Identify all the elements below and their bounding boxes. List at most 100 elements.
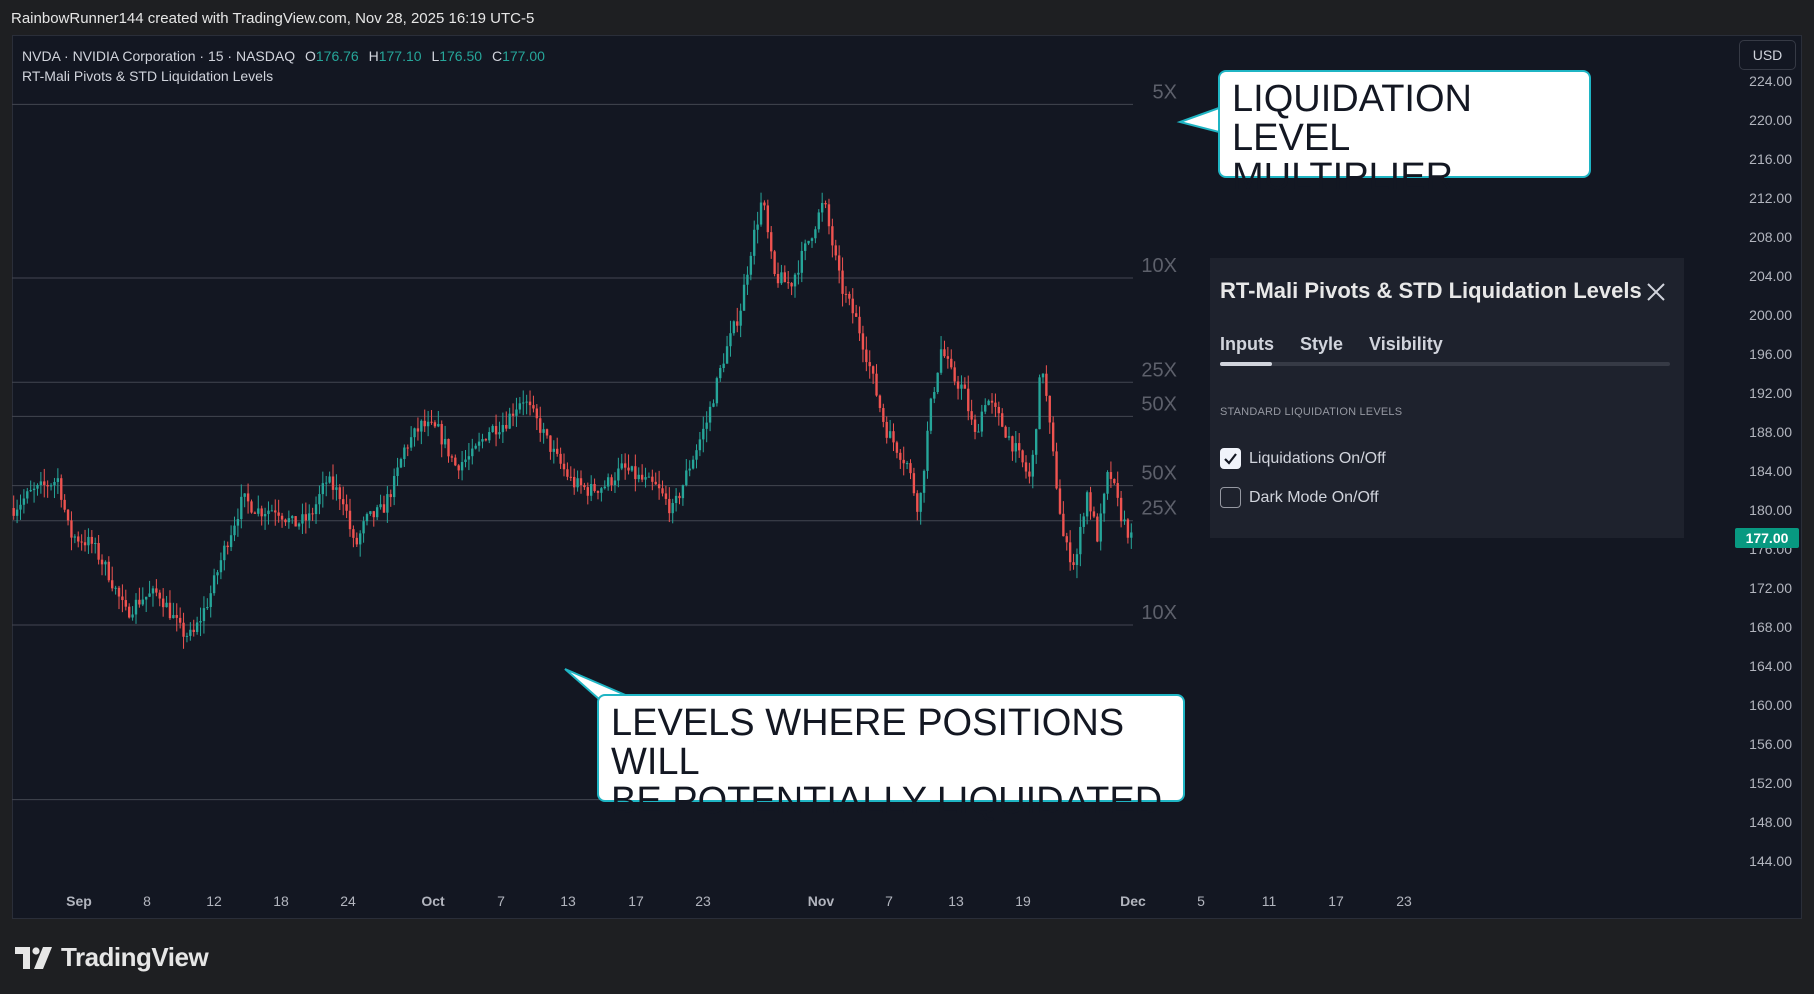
candle-body: [593, 483, 596, 492]
time-tick-label: 17: [1328, 893, 1344, 909]
candle-body: [406, 447, 409, 449]
candle-body: [939, 349, 943, 373]
candle-body: [678, 495, 681, 499]
candle-body: [114, 587, 117, 589]
candle-body: [511, 413, 515, 416]
price-tick-label: 144.00: [1749, 853, 1792, 869]
price-tick-label: 172.00: [1749, 580, 1792, 596]
candle-body: [365, 514, 369, 522]
indicator-settings-panel: RT-Mali Pivots & STD Liquidation Levels …: [1210, 258, 1684, 538]
candle-body: [73, 536, 77, 538]
indicator-legend[interactable]: RT-Mali Pivots & STD Liquidation Levels: [22, 66, 545, 86]
candle-body: [766, 205, 770, 233]
candle-body: [960, 384, 963, 389]
candle-body: [589, 483, 593, 496]
open-label: O: [304, 48, 316, 64]
dark-mode-checkbox[interactable]: [1220, 487, 1241, 508]
candle-body: [372, 511, 375, 518]
tradingview-logo-text: TradingView: [61, 942, 209, 972]
candle-body: [909, 463, 912, 474]
candle-body: [539, 418, 542, 433]
liquidation-level-label: 25X: [1141, 498, 1177, 520]
candle-body: [481, 439, 484, 442]
price-axis[interactable]: 224.00 220.00 216.00 212.00 208.00 204.00 200.…: [1749, 73, 1792, 869]
bottom-bar: TradingView: [0, 920, 1814, 994]
candle-body: [274, 510, 277, 513]
dark-mode-toggle[interactable]: Dark Mode On/Off: [1220, 487, 1379, 508]
liquidations-checkbox[interactable]: [1220, 448, 1241, 469]
candle-body: [579, 478, 583, 486]
candle-body: [229, 535, 233, 548]
candle-body: [688, 468, 691, 471]
candle-body: [990, 400, 994, 403]
candle-body: [651, 476, 654, 482]
candle-body: [348, 510, 352, 530]
candle-body: [284, 519, 287, 523]
candle-body: [1096, 516, 1099, 542]
candle-body: [297, 523, 301, 527]
currency-button[interactable]: USD: [1739, 40, 1796, 70]
candle-body: [325, 482, 328, 484]
tradingview-logo[interactable]: TradingView: [15, 942, 209, 973]
candle-body: [987, 400, 990, 406]
tab-inputs[interactable]: Inputs: [1220, 334, 1274, 355]
candle-body: [569, 476, 572, 478]
candle-body: [63, 499, 66, 510]
candle-body: [681, 485, 685, 499]
candle-body: [549, 435, 552, 452]
candle-body: [168, 602, 172, 619]
candle-body: [267, 510, 270, 515]
candle-body: [634, 466, 637, 480]
candle-body: [756, 224, 759, 230]
candle-body: [277, 512, 280, 516]
candle-body: [12, 508, 15, 516]
candle-body: [22, 498, 26, 505]
time-tick-label: Nov: [808, 893, 835, 909]
candle-body: [379, 504, 382, 508]
candle-body: [80, 541, 83, 543]
candle-body: [848, 293, 851, 299]
candle-body: [488, 432, 491, 441]
time-tick-label: 12: [206, 893, 222, 909]
candle-body: [1106, 472, 1109, 494]
candle-body: [369, 511, 372, 515]
price-tick-label: 216.00: [1749, 151, 1792, 167]
candle-body: [623, 463, 627, 468]
candle-body: [345, 504, 348, 511]
candle-body: [698, 439, 702, 451]
candle-body: [712, 403, 715, 407]
active-tab-indicator: [1220, 362, 1272, 366]
candle-body: [70, 520, 73, 538]
candle-body: [630, 466, 634, 471]
candle-body: [161, 598, 165, 608]
candle-body: [576, 478, 579, 488]
symbol-legend[interactable]: NVDA · NVIDIA Corporation · 15 · NASDAQ …: [22, 46, 545, 66]
candle-body: [702, 428, 705, 440]
tab-visibility[interactable]: Visibility: [1369, 334, 1443, 355]
candle-body: [443, 438, 447, 445]
candle-body: [56, 478, 60, 482]
candle-body: [104, 561, 107, 565]
settings-tabs: Inputs Style Visibility: [1220, 334, 1443, 355]
tab-style[interactable]: Style: [1300, 334, 1343, 355]
candle-body: [83, 542, 87, 546]
candle-body: [1068, 542, 1072, 563]
candle-body: [355, 537, 358, 545]
candle-body: [708, 406, 712, 423]
candle-body: [1031, 454, 1034, 477]
candle-body: [175, 615, 178, 618]
candle-body: [1051, 422, 1055, 452]
candle-body: [165, 602, 168, 608]
time-axis[interactable]: Sep 8 12 18 24 Oct 7 13 17 23 Nov 7 13 19 Dec 5 11 17 23: [66, 893, 1412, 909]
candle-body: [888, 431, 892, 438]
time-tick-label: 7: [497, 893, 505, 909]
candle-body: [685, 470, 688, 486]
liquidations-toggle[interactable]: Liquidations On/Off: [1220, 448, 1386, 469]
candle-body: [328, 476, 331, 483]
check-icon: [1224, 453, 1237, 465]
candle-body: [556, 448, 559, 454]
candle-body: [362, 521, 365, 534]
close-icon[interactable]: [1644, 280, 1668, 304]
candle-body: [399, 459, 403, 468]
liquidations-label: Liquidations On/Off: [1249, 449, 1386, 467]
